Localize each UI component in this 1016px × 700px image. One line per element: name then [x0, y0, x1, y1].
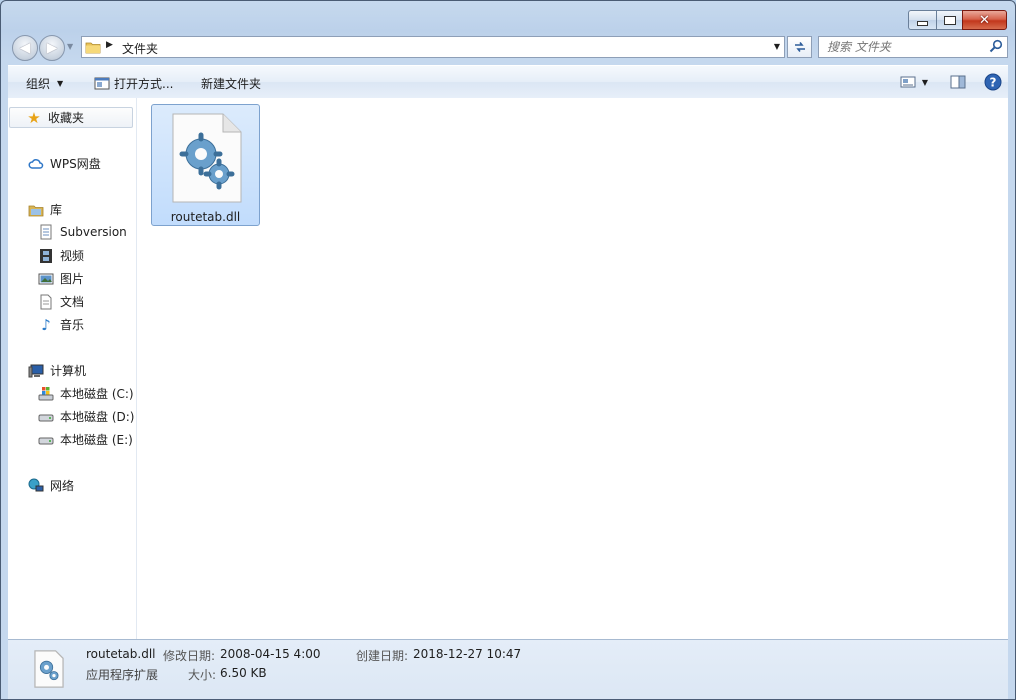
sidebar-item-music[interactable]: ♪ 音乐	[38, 315, 85, 334]
main-content: ★ 收藏夹 WPS网盘 库 Subversion 视频 图片 文档 ♪ 音乐 计…	[8, 98, 1008, 639]
chevron-down-icon: ▼	[57, 79, 64, 88]
document-icon	[40, 294, 52, 309]
view-options-icon	[900, 76, 916, 88]
hard-drive-icon	[38, 437, 54, 444]
sidebar-item-documents[interactable]: 文档	[38, 293, 84, 310]
breadcrumb-separator-icon[interactable]: ▶	[106, 40, 113, 50]
hard-drive-icon	[38, 414, 54, 421]
navigation-pane: ★ 收藏夹 WPS网盘 库 Subversion 视频 图片 文档 ♪ 音乐 计…	[8, 98, 137, 639]
help-icon: ?	[984, 73, 1002, 91]
organize-label: 组织	[26, 77, 51, 91]
sidebar-item-label: 视频	[60, 249, 85, 263]
sidebar-item-libraries[interactable]: 库	[28, 201, 62, 218]
preview-pane-button[interactable]	[950, 72, 966, 92]
forward-button[interactable]: ▶	[39, 35, 65, 61]
sidebar-item-label: 收藏夹	[48, 111, 85, 125]
address-dropdown-icon[interactable]: ▼	[774, 42, 780, 51]
command-bar: 组织 ▼ 打开方式... 新建文件夹 ▼ ?	[8, 65, 1008, 99]
sidebar-item-favorites[interactable]: ★ 收藏夹	[9, 107, 133, 128]
cloud-icon	[28, 158, 44, 169]
open-with-icon	[94, 77, 110, 89]
maximize-icon	[943, 15, 956, 25]
sidebar-item-wps[interactable]: WPS网盘	[28, 155, 101, 172]
sidebar-item-label: 音乐	[60, 318, 85, 332]
close-button[interactable]: ✕	[962, 10, 1007, 30]
sidebar-item-label: 图片	[60, 272, 85, 286]
minimize-icon	[917, 20, 928, 26]
sidebar-item-label: 本地磁盘 (C:)	[60, 387, 134, 401]
new-folder-button[interactable]: 新建文件夹	[201, 75, 261, 92]
new-folder-label: 新建文件夹	[201, 77, 262, 91]
file-list: routetab.dll	[137, 98, 1008, 639]
search-input[interactable]	[825, 39, 984, 55]
search-box[interactable]	[818, 36, 1008, 58]
view-dropdown-button[interactable]: ▼	[922, 72, 928, 92]
sidebar-item-label: 库	[50, 203, 63, 217]
sidebar-item-label: WPS网盘	[50, 157, 101, 171]
details-pane: routetab.dll 应用程序扩展 修改日期: 2008-04-15 4:0…	[8, 639, 1008, 699]
details-size-value: 6.50 KB	[220, 666, 267, 680]
breadcrumb-current[interactable]: 文件夹	[122, 40, 158, 57]
film-icon	[40, 248, 52, 263]
file-name: routetab.dll	[170, 210, 241, 224]
minimize-button[interactable]	[908, 10, 936, 30]
close-icon: ✕	[979, 12, 990, 28]
sidebar-item-label: 网络	[50, 479, 75, 493]
explorer-window: ✕ ◀ ▶ ▼ ▶ 文件夹 ▼ 搜索 文件夹 组织 ▼ 打开方式... 新建文件…	[0, 0, 1016, 700]
details-filename: routetab.dll	[86, 647, 156, 661]
computer-icon	[28, 364, 44, 377]
back-arrow-icon: ◀	[19, 40, 31, 56]
sidebar-item-label: 本地磁盘 (D:)	[60, 410, 135, 424]
details-size-label: 大小:	[188, 668, 217, 682]
document-list-icon	[40, 224, 52, 240]
sidebar-item-label: Subversion	[60, 225, 127, 239]
network-icon	[28, 478, 44, 491]
navigation-bar: ◀ ▶ ▼ ▶ 文件夹 ▼	[1, 33, 1015, 61]
library-icon	[28, 205, 44, 216]
open-with-label: 打开方式...	[114, 77, 174, 91]
details-modified-label: 修改日期:	[163, 649, 216, 663]
chevron-down-icon: ▼	[921, 77, 928, 87]
maximize-button[interactable]	[936, 10, 962, 30]
sidebar-item-drive-e[interactable]: 本地磁盘 (E:)	[38, 431, 133, 448]
sidebar-item-label: 文档	[60, 295, 85, 309]
sidebar-item-videos[interactable]: 视频	[38, 247, 84, 264]
sidebar-item-drive-d[interactable]: 本地磁盘 (D:)	[38, 408, 134, 425]
details-created-label: 创建日期:	[356, 649, 409, 663]
sidebar-item-drive-c[interactable]: 本地磁盘 (C:)	[38, 385, 134, 402]
sidebar-item-computer[interactable]: 计算机	[28, 362, 86, 379]
star-icon: ★	[27, 108, 41, 127]
view-tools: ▼ ?	[892, 72, 1008, 92]
forward-arrow-icon: ▶	[46, 40, 58, 56]
preview-pane-icon	[950, 75, 966, 89]
open-with-button[interactable]: 打开方式...	[94, 75, 173, 92]
folder-icon	[85, 42, 101, 54]
address-bar[interactable]: ▶ 文件夹 ▼	[81, 36, 785, 58]
sidebar-item-network[interactable]: 网络	[28, 477, 74, 494]
system-drive-icon	[38, 386, 54, 400]
sidebar-item-label: 计算机	[50, 364, 87, 378]
sidebar-item-subversion[interactable]: Subversion	[38, 224, 127, 240]
details-type: 应用程序扩展	[86, 668, 159, 682]
window-controls: ✕	[908, 10, 1007, 30]
details-modified-value: 2008-04-15 4:00	[220, 647, 321, 661]
search-icon[interactable]	[989, 39, 1003, 53]
recent-pages-dropdown[interactable]: ▼	[67, 42, 73, 51]
svg-text:?: ?	[990, 76, 997, 90]
back-button[interactable]: ◀	[12, 35, 38, 61]
change-view-button[interactable]	[900, 72, 916, 92]
picture-icon	[38, 273, 54, 284]
refresh-button[interactable]	[787, 36, 812, 58]
dll-gear-file-icon	[34, 650, 64, 688]
details-created-value: 2018-12-27 10:47	[413, 647, 522, 661]
sidebar-item-pictures[interactable]: 图片	[38, 270, 84, 287]
refresh-icon	[794, 42, 805, 52]
music-note-icon: ♪	[41, 315, 51, 334]
file-item[interactable]: routetab.dll	[151, 104, 260, 226]
organize-button[interactable]: 组织 ▼	[26, 75, 63, 92]
help-button[interactable]: ?	[984, 72, 1002, 92]
dll-gear-file-icon	[172, 113, 242, 203]
sidebar-item-label: 本地磁盘 (E:)	[60, 433, 133, 447]
